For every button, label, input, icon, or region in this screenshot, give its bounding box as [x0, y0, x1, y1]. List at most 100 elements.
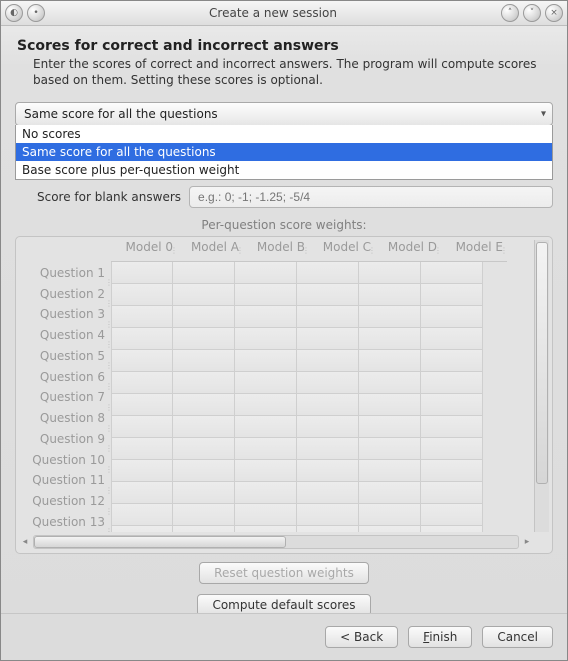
weight-cell[interactable]: [297, 372, 359, 394]
weight-cell[interactable]: [297, 394, 359, 416]
weight-cell[interactable]: [421, 372, 483, 394]
score-mode-combo[interactable]: Same score for all the questions ▾: [15, 102, 553, 126]
weight-cell[interactable]: [235, 526, 297, 532]
weight-cell[interactable]: [421, 262, 483, 284]
weight-cell[interactable]: [359, 416, 421, 438]
weight-cell[interactable]: [421, 504, 483, 526]
finish-button[interactable]: Finish: [408, 626, 472, 648]
weight-cell[interactable]: [173, 526, 235, 532]
dd-item-same-score[interactable]: Same score for all the questions: [16, 143, 552, 161]
weight-cell[interactable]: [111, 504, 173, 526]
weight-cell[interactable]: [111, 350, 173, 372]
cancel-button[interactable]: Cancel: [482, 626, 553, 648]
weight-cell[interactable]: [421, 284, 483, 306]
weight-cell[interactable]: [173, 306, 235, 328]
vertical-scrollbar[interactable]: [534, 240, 549, 532]
weight-cell[interactable]: [421, 438, 483, 460]
weight-cell[interactable]: [173, 460, 235, 482]
weight-cell[interactable]: [173, 350, 235, 372]
weight-cell[interactable]: [359, 482, 421, 504]
weight-cell[interactable]: [111, 482, 173, 504]
rollup-icon[interactable]: ˄: [501, 4, 519, 22]
weight-cell[interactable]: [111, 526, 173, 532]
weight-cell[interactable]: [359, 284, 421, 306]
weight-cell[interactable]: [297, 526, 359, 532]
weight-cell[interactable]: [173, 394, 235, 416]
weight-cell[interactable]: [359, 504, 421, 526]
column-header[interactable]: Model 0: [111, 240, 177, 262]
weight-cell[interactable]: [111, 460, 173, 482]
weight-cell[interactable]: [421, 460, 483, 482]
weight-cell[interactable]: [173, 482, 235, 504]
weight-cell[interactable]: [235, 416, 297, 438]
weight-cell[interactable]: [111, 328, 173, 350]
weight-cell[interactable]: [235, 372, 297, 394]
dd-item-base-plus-weight[interactable]: Base score plus per-question weight: [16, 161, 552, 179]
weight-cell[interactable]: [173, 438, 235, 460]
weight-cell[interactable]: [111, 284, 173, 306]
weight-cell[interactable]: [235, 394, 297, 416]
weight-cell[interactable]: [359, 328, 421, 350]
weight-cell[interactable]: [297, 416, 359, 438]
weight-cell[interactable]: [111, 372, 173, 394]
weight-cell[interactable]: [421, 394, 483, 416]
weight-cell[interactable]: [421, 416, 483, 438]
weight-cell[interactable]: [111, 438, 173, 460]
reset-weights-button[interactable]: Reset question weights: [199, 562, 369, 584]
weight-cell[interactable]: [235, 328, 297, 350]
weight-cell[interactable]: [235, 438, 297, 460]
weight-cell[interactable]: [359, 372, 421, 394]
weight-cell[interactable]: [297, 328, 359, 350]
column-header[interactable]: Model D: [375, 240, 441, 262]
back-button[interactable]: < Back: [325, 626, 398, 648]
weight-cell[interactable]: [235, 350, 297, 372]
scroll-right-icon[interactable]: ▸: [521, 536, 533, 548]
weight-cell[interactable]: [111, 306, 173, 328]
weight-cell[interactable]: [235, 262, 297, 284]
scroll-left-icon[interactable]: ◂: [19, 536, 31, 548]
weight-cell[interactable]: [297, 350, 359, 372]
weight-cell[interactable]: [111, 416, 173, 438]
weight-cell[interactable]: [421, 526, 483, 532]
weight-cell[interactable]: [235, 306, 297, 328]
minimize-icon[interactable]: •: [27, 4, 45, 22]
blank-score-input[interactable]: [189, 186, 553, 208]
weight-cell[interactable]: [297, 284, 359, 306]
column-header[interactable]: Model C: [309, 240, 375, 262]
weight-cell[interactable]: [421, 306, 483, 328]
weight-cell[interactable]: [297, 482, 359, 504]
vertical-scroll-thumb[interactable]: [536, 242, 548, 484]
weight-cell[interactable]: [173, 262, 235, 284]
close-icon[interactable]: ×: [545, 4, 563, 22]
horizontal-scrollbar[interactable]: ◂ ▸: [19, 534, 549, 550]
weight-cell[interactable]: [173, 416, 235, 438]
weight-cell[interactable]: [297, 262, 359, 284]
weight-cell[interactable]: [421, 328, 483, 350]
weight-cell[interactable]: [297, 504, 359, 526]
weight-cell[interactable]: [359, 350, 421, 372]
weight-cell[interactable]: [111, 394, 173, 416]
weight-cell[interactable]: [235, 504, 297, 526]
weight-cell[interactable]: [235, 460, 297, 482]
weight-cell[interactable]: [297, 438, 359, 460]
app-menu-icon[interactable]: ◐: [5, 4, 23, 22]
weight-cell[interactable]: [235, 482, 297, 504]
weight-cell[interactable]: [297, 460, 359, 482]
dd-item-no-scores[interactable]: No scores: [16, 125, 552, 143]
column-header[interactable]: Model A: [177, 240, 243, 262]
weight-cell[interactable]: [421, 350, 483, 372]
weight-cell[interactable]: [173, 284, 235, 306]
weight-cell[interactable]: [359, 438, 421, 460]
compute-scores-button[interactable]: Compute default scores: [197, 594, 370, 613]
h-scroll-track[interactable]: [33, 535, 519, 549]
weight-cell[interactable]: [359, 394, 421, 416]
weight-cell[interactable]: [173, 504, 235, 526]
h-scroll-thumb[interactable]: [34, 536, 286, 548]
weight-cell[interactable]: [359, 262, 421, 284]
weight-cell[interactable]: [235, 284, 297, 306]
weight-cell[interactable]: [359, 526, 421, 532]
weight-cell[interactable]: [359, 460, 421, 482]
column-header[interactable]: Model E: [441, 240, 507, 262]
weight-cell[interactable]: [173, 372, 235, 394]
column-header[interactable]: Model B: [243, 240, 309, 262]
